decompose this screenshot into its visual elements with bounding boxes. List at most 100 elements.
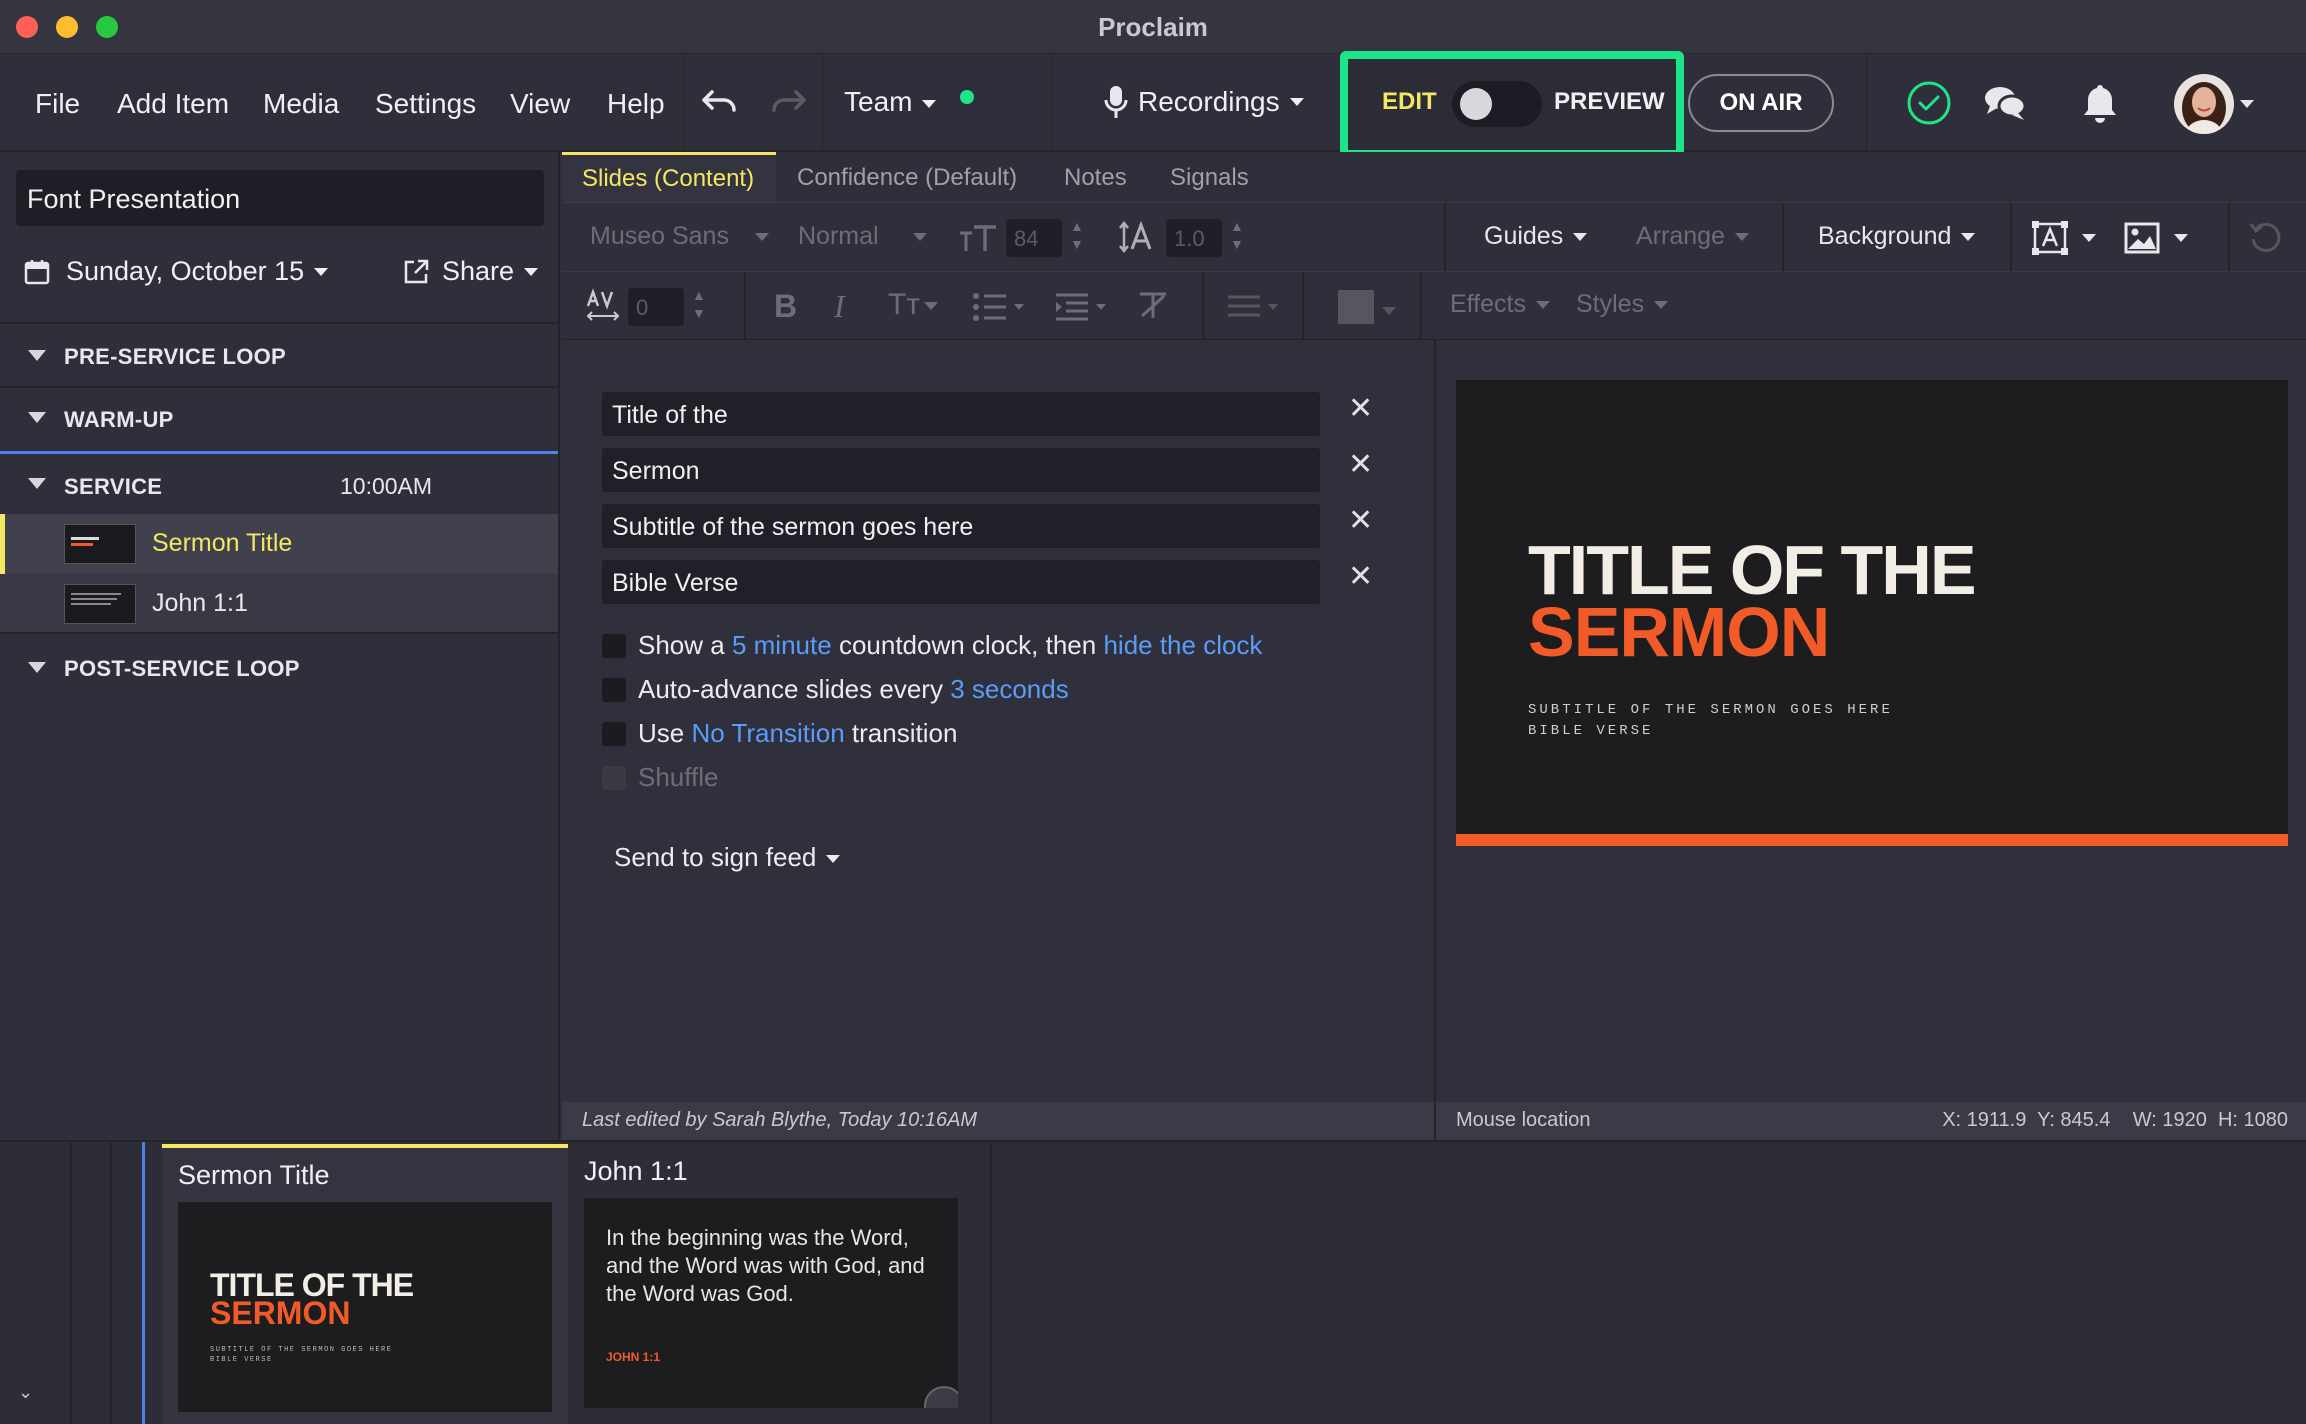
menu-help[interactable]: Help <box>607 88 665 120</box>
user-menu[interactable] <box>2174 74 2254 134</box>
share-external-icon <box>402 258 430 286</box>
window-titlebar: Proclaim <box>0 0 2306 54</box>
letter-spacing-stepper[interactable]: ▲ ▼ <box>692 286 706 322</box>
line-height-stepper[interactable]: ▲ ▼ <box>1230 217 1244 253</box>
strip-card-sermon-title[interactable]: Sermon Title TITLE OF THE SERMON SUBTITL… <box>162 1144 572 1424</box>
collapse-triangle-icon[interactable] <box>28 350 46 361</box>
synced-check-icon[interactable] <box>1906 80 1952 126</box>
effects-dropdown[interactable]: Effects <box>1450 290 1550 319</box>
section-post-service-loop[interactable]: POST-SERVICE LOOP <box>0 636 558 702</box>
title-line-1-field[interactable]: Title of the <box>602 392 1320 436</box>
collapse-triangle-icon[interactable] <box>28 662 46 673</box>
share-dropdown[interactable]: Share <box>402 256 539 287</box>
remove-field-close-icon[interactable]: ✕ <box>1348 503 1373 538</box>
section-pre-service-loop[interactable]: PRE-SERVICE LOOP <box>0 322 558 388</box>
shuffle-label: Shuffle <box>638 762 719 792</box>
countdown-checkbox[interactable] <box>602 634 626 658</box>
strip-card-john-1-1[interactable]: John 1:1 In the beginning was the Word, … <box>568 1144 992 1424</box>
collapse-triangle-icon[interactable] <box>28 412 46 423</box>
letter-spacing-input[interactable]: 0 <box>628 288 684 326</box>
menu-settings[interactable]: Settings <box>375 88 476 120</box>
subtitle-field[interactable]: Subtitle of the sermon goes here <box>602 504 1320 548</box>
rotate-reset-icon[interactable] <box>2248 221 2284 255</box>
tab-signals[interactable]: Signals <box>1170 164 1249 192</box>
font-weight-select[interactable]: Normal <box>798 222 927 251</box>
auto-advance-checkbox[interactable] <box>602 678 626 702</box>
preview-label[interactable]: PREVIEW <box>1554 88 1665 116</box>
shuffle-checkbox[interactable] <box>602 766 626 790</box>
insertion-marker <box>142 1142 145 1424</box>
menu-file[interactable]: File <box>35 88 80 120</box>
card-title: John 1:1 <box>584 1156 688 1186</box>
date-picker[interactable]: Sunday, October 15 <box>24 256 329 287</box>
font-family-select[interactable]: Museo Sans <box>590 222 769 251</box>
font-size-icon <box>958 223 998 253</box>
list-icon[interactable] <box>972 292 1028 322</box>
undo-icon[interactable] <box>700 84 740 120</box>
card-thumbnail: TITLE OF THE SERMON SUBTITLE OF THE SERM… <box>178 1202 552 1412</box>
remove-field-close-icon[interactable]: ✕ <box>1348 391 1373 426</box>
remove-field-close-icon[interactable]: ✕ <box>1348 447 1373 482</box>
align-icon[interactable] <box>1226 294 1282 320</box>
arrange-dropdown[interactable]: Arrange <box>1636 222 1749 251</box>
presentation-name-input[interactable]: Font Presentation <box>16 170 544 226</box>
text-box-icon[interactable] <box>2032 221 2068 255</box>
on-air-button[interactable]: ON AIR <box>1688 74 1834 132</box>
collapse-strip-chevron-icon[interactable]: ⌄ <box>18 1382 33 1403</box>
service-sidebar: Font Presentation Sunday, October 15 Sha… <box>0 152 560 1140</box>
preview-title-line-2: SERMON <box>1528 593 1830 671</box>
tab-notes[interactable]: Notes <box>1064 164 1127 192</box>
auto-advance-interval-link[interactable]: 3 seconds <box>950 674 1069 704</box>
text-case-icon[interactable]: Tт <box>888 288 939 322</box>
tab-confidence[interactable]: Confidence (Default) <box>797 164 1017 192</box>
image-icon[interactable] <box>2124 221 2160 255</box>
menu-add-item[interactable]: Add Item <box>117 88 229 120</box>
recordings-dropdown[interactable]: Recordings <box>1104 84 1304 120</box>
editor-tabs: Slides (Content) Confidence (Default) No… <box>562 152 2306 202</box>
item-thumbnail <box>64 524 136 564</box>
background-dropdown[interactable]: Background <box>1818 222 1976 251</box>
tab-slides-content[interactable]: Slides (Content) <box>562 152 776 202</box>
collapse-triangle-icon[interactable] <box>28 478 46 489</box>
text-box-dropdown-chevron-icon[interactable] <box>2082 229 2096 247</box>
bible-verse-field[interactable]: Bible Verse <box>602 560 1320 604</box>
service-date: Sunday, October 15 <box>66 256 305 286</box>
redo-icon[interactable] <box>768 84 808 120</box>
font-size-stepper[interactable]: ▲ ▼ <box>1070 217 1084 253</box>
edit-preview-switch[interactable] <box>1452 81 1542 127</box>
image-dropdown-chevron-icon[interactable] <box>2174 229 2188 247</box>
send-to-sign-feed-dropdown[interactable]: Send to sign feed <box>614 842 841 873</box>
text-color-swatch[interactable] <box>1338 290 1374 324</box>
color-dropdown-chevron-icon[interactable] <box>1382 302 1396 320</box>
service-item-john-1-1[interactable]: John 1:1 <box>0 574 558 634</box>
service-item-sermon-title[interactable]: Sermon Title <box>0 514 558 574</box>
italic-icon[interactable]: I <box>834 288 845 325</box>
menu-view[interactable]: View <box>510 88 570 120</box>
styles-dropdown[interactable]: Styles <box>1576 290 1669 319</box>
line-height-input[interactable]: 1.0 <box>1166 219 1222 257</box>
mouse-coordinates: X: 1911.9 Y: 845.4 W: 1920 H: 1080 <box>1942 1109 2288 1131</box>
window-title: Proclaim <box>1098 12 1208 42</box>
indent-icon[interactable] <box>1054 292 1110 322</box>
countdown-duration-link[interactable]: 5 minute <box>732 630 832 660</box>
notifications-bell-icon[interactable] <box>2080 82 2120 126</box>
clear-formatting-icon[interactable] <box>1136 290 1170 322</box>
guides-dropdown[interactable]: Guides <box>1484 222 1588 251</box>
font-size-input[interactable]: 84 <box>1006 219 1062 257</box>
transition-type-link[interactable]: No Transition <box>691 718 844 748</box>
section-warm-up[interactable]: WARM-UP <box>0 388 558 454</box>
title-line-2-field[interactable]: Sermon <box>602 448 1320 492</box>
countdown-end-action-link[interactable]: hide the clock <box>1103 630 1262 660</box>
auto-advance-option: Auto-advance slides every 3 seconds <box>638 674 1069 704</box>
chat-icon[interactable] <box>1982 82 2028 124</box>
menu-media[interactable]: Media <box>263 88 339 120</box>
transition-checkbox[interactable] <box>602 722 626 746</box>
edit-label[interactable]: EDIT <box>1382 88 1437 116</box>
team-dropdown[interactable]: Team <box>844 86 937 118</box>
card-thumbnail: In the beginning was the Word, and the W… <box>584 1198 958 1408</box>
section-service[interactable]: SERVICE 10:00AM <box>0 454 558 518</box>
item-label: John 1:1 <box>152 589 248 617</box>
item-label: Sermon Title <box>152 529 293 557</box>
bold-icon[interactable]: B <box>774 288 797 325</box>
remove-field-close-icon[interactable]: ✕ <box>1348 559 1373 594</box>
